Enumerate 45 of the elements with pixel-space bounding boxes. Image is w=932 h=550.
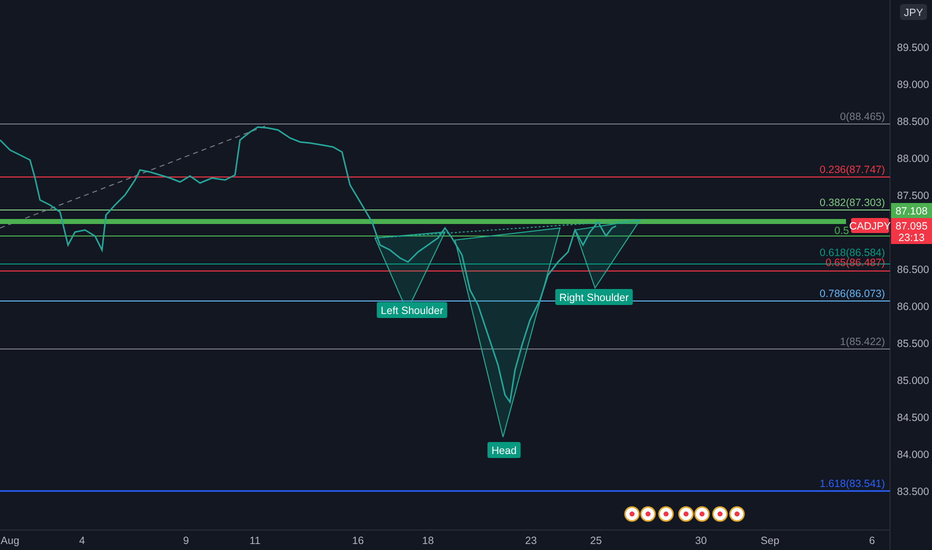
event-flag-icon[interactable] — [624, 506, 640, 522]
price-axis-label: 85.000 — [897, 375, 930, 387]
price-axis-label: 86.000 — [897, 301, 930, 313]
price-axis-label: 89.500 — [897, 42, 930, 54]
price-axis-label: 85.500 — [897, 338, 930, 350]
fib-level-label: 0(88.465) — [840, 111, 885, 123]
price-axis-label: 87.500 — [897, 190, 930, 202]
price-axis-label: 89.000 — [897, 79, 930, 91]
time-axis-label: 18 — [422, 535, 434, 547]
pattern-label: Head — [487, 442, 521, 458]
price-axis-label: 86.500 — [897, 264, 930, 276]
price-tag: 87.108 — [891, 203, 932, 218]
fib-level-label: 0.5 — [834, 225, 849, 237]
fib-level-label: 0.786(86.073) — [820, 288, 885, 300]
time-axis-label: Sep — [760, 535, 780, 547]
fib-level-label: 1(85.422) — [840, 336, 885, 348]
fib-level-label: 0.236(87.747) — [820, 164, 885, 176]
time-axis-label: 4 — [79, 535, 85, 547]
pattern-label: Left Shoulder — [376, 302, 448, 318]
price-axis-label: 88.500 — [897, 116, 930, 128]
time-axis-label: 9 — [183, 535, 189, 547]
time-axis-label: 30 — [695, 535, 707, 547]
event-flag-icon[interactable] — [712, 506, 728, 522]
price-tag: 87.095 23:13 — [891, 218, 932, 244]
event-flag-icon[interactable] — [658, 506, 674, 522]
event-flag-icon[interactable] — [729, 506, 745, 522]
pattern-label: Right Shoulder — [555, 289, 633, 305]
time-axis-label: 6 — [869, 535, 875, 547]
price-axis-label: 88.000 — [897, 153, 930, 165]
time-axis-label: 16 — [352, 535, 364, 547]
time-axis-label: 25 — [590, 535, 602, 547]
price-axis-label: 83.500 — [897, 486, 930, 498]
time-axis-label: 23 — [525, 535, 537, 547]
price-axis-label: 84.500 — [897, 412, 930, 424]
countdown-label: 23:13 — [898, 232, 925, 244]
time-axis-label: 11 — [250, 535, 260, 547]
currency-badge[interactable]: JPY — [900, 4, 927, 20]
fib-level-label: 1.618(83.541) — [820, 478, 885, 490]
event-flag-icon[interactable] — [640, 506, 656, 522]
event-flag-icon[interactable] — [678, 506, 694, 522]
price-axis-label: 84.000 — [897, 449, 930, 461]
time-axis-label: Aug — [0, 535, 20, 547]
event-flag-icon[interactable] — [694, 506, 710, 522]
fib-level-label: 0.618(86.584) — [820, 247, 885, 259]
fib-level-label: 0.382(87.303) — [820, 197, 885, 209]
